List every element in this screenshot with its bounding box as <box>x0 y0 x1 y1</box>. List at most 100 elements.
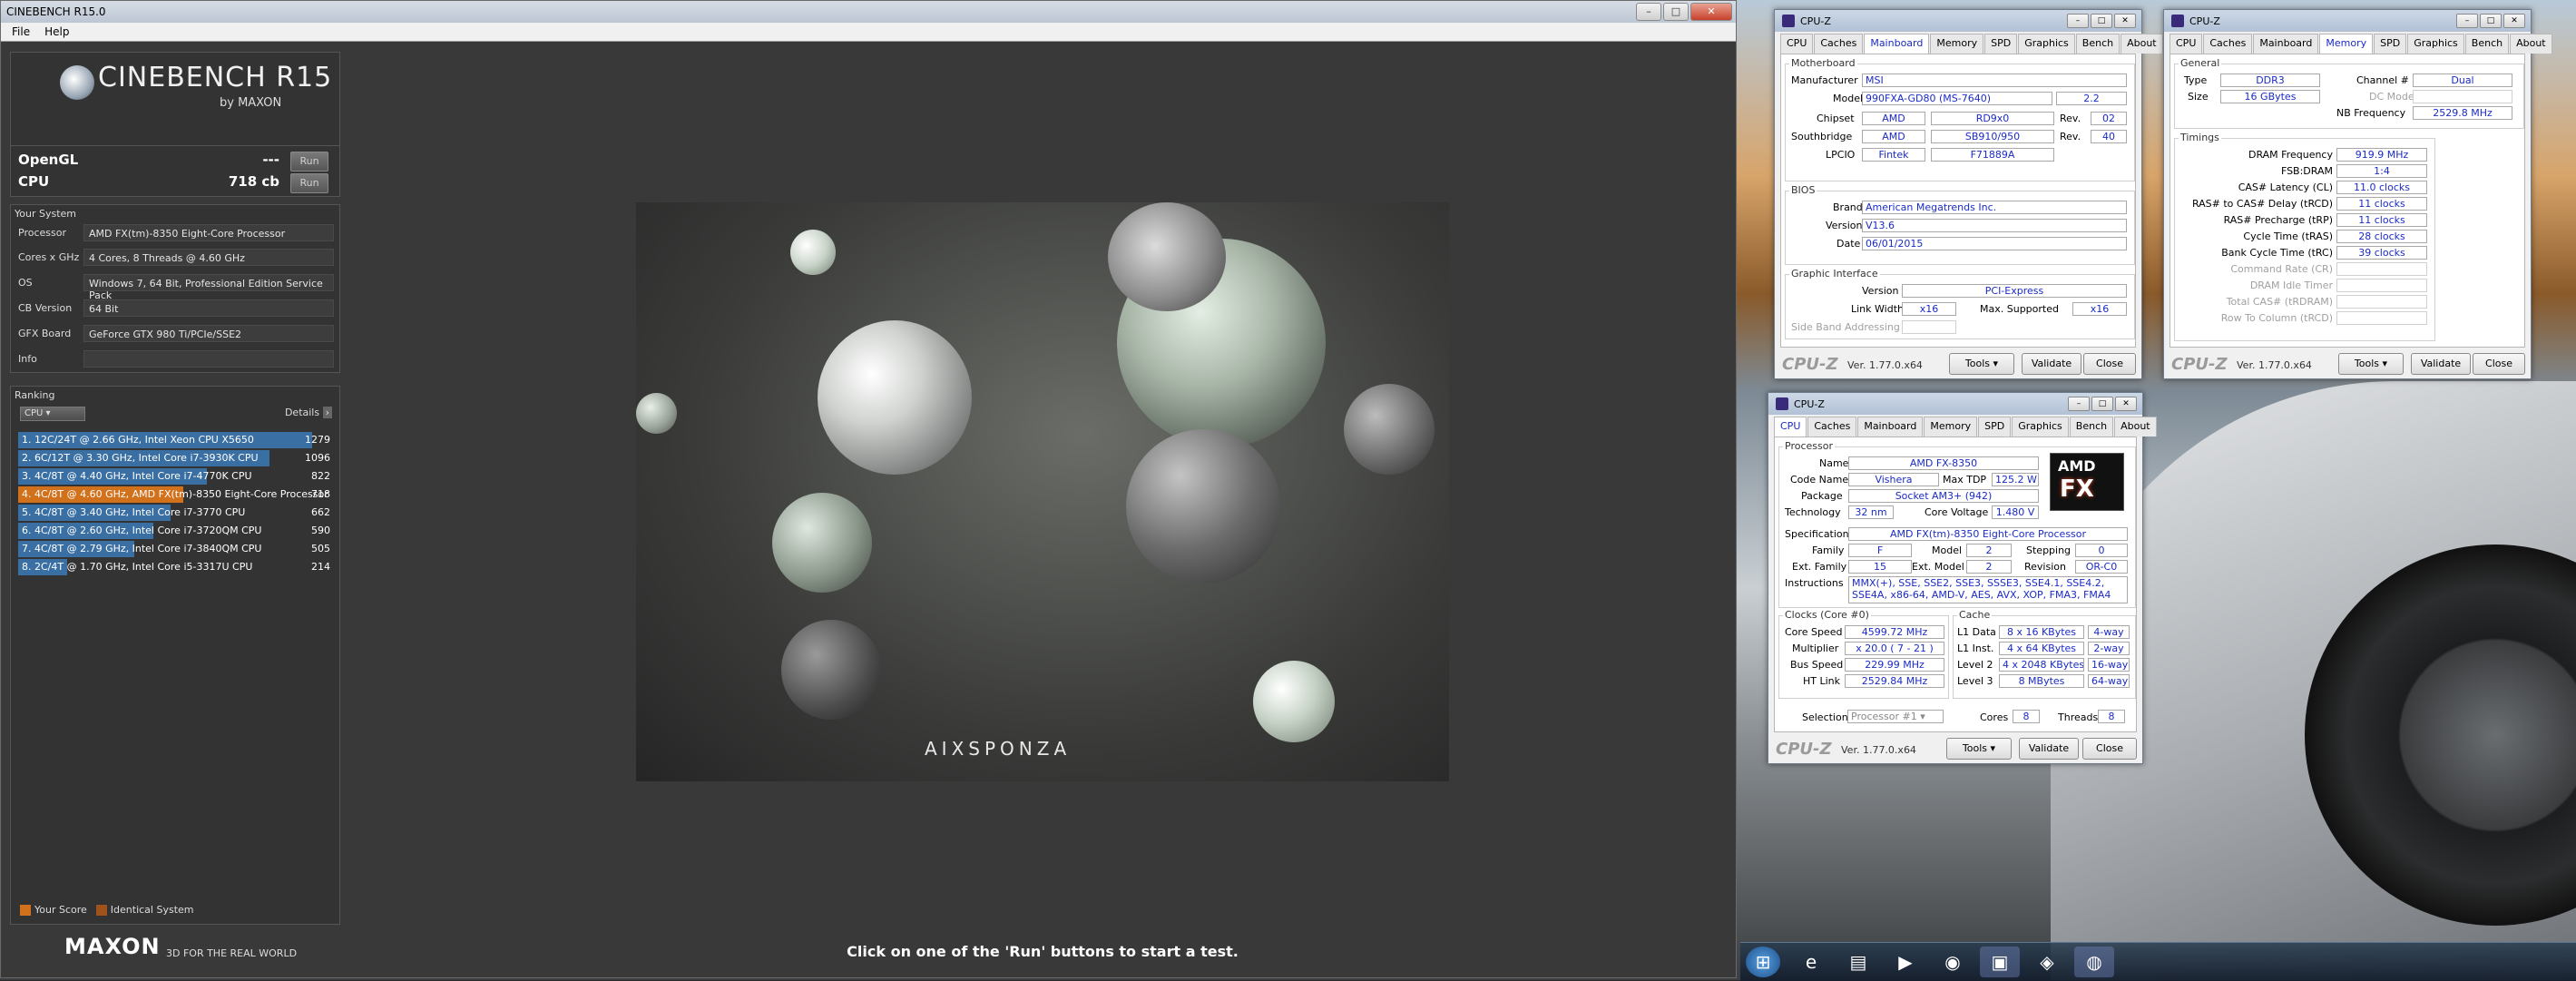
package-key: Package <box>1801 490 1843 502</box>
minimize-button[interactable]: – <box>2067 14 2089 28</box>
tab-graphics[interactable]: Graphics <box>2018 34 2075 54</box>
cinebench-taskbar-icon[interactable]: ◍ <box>2074 947 2114 977</box>
level3-key: Level 3 <box>1957 675 1993 687</box>
tab-memory[interactable]: Memory <box>1924 417 1978 437</box>
ranking-row[interactable]: 1. 12C/24T @ 2.66 GHz, Intel Xeon CPU X5… <box>18 432 334 448</box>
ranking-row[interactable]: 3. 4C/8T @ 4.40 GHz, Intel Core i7-4770K… <box>18 468 334 485</box>
minimize-button[interactable]: – <box>1636 3 1661 21</box>
close-window-button[interactable]: Close <box>2082 738 2137 760</box>
ranking-row[interactable]: 8. 2C/4T @ 1.70 GHz, Intel Core i5-3317U… <box>18 559 334 575</box>
validate-button[interactable]: Validate <box>2411 353 2471 375</box>
code-name: Vishera <box>1848 473 1939 486</box>
system-value[interactable]: 4 Cores, 8 Threads @ 4.60 GHz <box>83 249 334 266</box>
tools-button[interactable]: Tools ▾ <box>2338 353 2404 375</box>
internet-explorer-icon[interactable]: e <box>1791 947 1831 977</box>
ranking-row[interactable]: 5. 4C/8T @ 3.40 GHz, Intel Core i7-3770 … <box>18 505 334 521</box>
cpuz-titlebar[interactable]: CPU-Z – □ ✕ <box>1768 393 2142 415</box>
details-button[interactable]: Details › <box>285 407 332 418</box>
dc-mode-key: DC Mode <box>2369 91 2414 103</box>
maximize-button[interactable]: □ <box>2480 14 2502 28</box>
tab-cpu[interactable]: CPU <box>2170 34 2203 54</box>
close-window-button[interactable]: Close <box>2083 353 2136 375</box>
multiplier-key: Multiplier <box>1792 643 1839 654</box>
cpuz-logo: CPU-Z <box>1782 355 1838 374</box>
ranking-row[interactable]: 6. 4C/8T @ 2.60 GHz, Intel Core i7-3720Q… <box>18 523 334 539</box>
system-value[interactable]: AMD FX(tm)-8350 Eight-Core Processor <box>83 224 334 241</box>
tab-cpu[interactable]: CPU <box>1780 34 1814 54</box>
level2: 4 x 2048 KBytes <box>1999 658 2084 672</box>
app-icon[interactable]: ◈ <box>2027 947 2067 977</box>
tab-spd[interactable]: SPD <box>1984 34 2018 54</box>
motherboard-label: Motherboard <box>1789 57 1857 69</box>
maximize-button[interactable]: □ <box>2091 14 2112 28</box>
close-button[interactable]: ✕ <box>2114 14 2136 28</box>
tab-spd[interactable]: SPD <box>1978 417 2012 437</box>
tab-memory[interactable]: Memory <box>2319 34 2374 54</box>
ranking-dropdown[interactable]: CPU ▾ <box>20 407 85 421</box>
tools-label: Tools <box>1962 742 1988 754</box>
amd-fx-logo: AMD FX <box>2050 453 2124 511</box>
legend-your-score-label: Your Score <box>34 904 87 916</box>
tab-memory[interactable]: Memory <box>1930 34 1984 54</box>
tab-about[interactable]: About <box>2114 417 2157 437</box>
cpuz-app-icon <box>1776 397 1788 410</box>
tab-bench[interactable]: Bench <box>2464 34 2510 54</box>
link-width-key: Link Width <box>1851 303 1904 315</box>
tab-mainboard[interactable]: Mainboard <box>1864 34 1930 54</box>
tab-graphics[interactable]: Graphics <box>2012 417 2069 437</box>
tab-caches[interactable]: Caches <box>1814 34 1864 54</box>
opengl-run-button[interactable]: Run <box>290 152 328 172</box>
tab-cpu[interactable]: CPU <box>1774 417 1807 437</box>
tools-button[interactable]: Tools ▾ <box>1949 353 2014 375</box>
ranking-row[interactable]: 7. 4C/8T @ 2.79 GHz, Intel Core i7-3840Q… <box>18 541 334 557</box>
close-button[interactable]: ✕ <box>2115 397 2137 411</box>
tools-button[interactable]: Tools ▾ <box>1946 738 2012 760</box>
system-value[interactable]: Windows 7, 64 Bit, Professional Edition … <box>83 274 334 301</box>
ranking-score: 662 <box>311 506 330 518</box>
close-window-button[interactable]: Close <box>2473 353 2525 375</box>
timing-value: 11.0 clocks <box>2336 181 2427 194</box>
tab-caches[interactable]: Caches <box>1807 417 1857 437</box>
cpu-run-button[interactable]: Run <box>290 173 328 193</box>
cpuz-titlebar[interactable]: CPU-Z – □ ✕ <box>2164 10 2531 32</box>
tab-bench[interactable]: Bench <box>2075 34 2121 54</box>
cinebench-sphere-icon <box>60 65 94 100</box>
menu-file[interactable]: File <box>12 25 30 38</box>
ranking-label: 7. 4C/8T @ 2.79 GHz, Intel Core i7-3840Q… <box>22 543 262 554</box>
close-button[interactable]: ✕ <box>2503 14 2525 28</box>
minimize-button[interactable]: – <box>2068 397 2090 411</box>
cpu-label: CPU <box>18 173 50 190</box>
system-value[interactable]: GeForce GTX 980 Ti/PCIe/SSE2 <box>83 325 334 342</box>
selection-dropdown[interactable]: Processor #1 ▾ <box>1847 710 1944 723</box>
tab-bench[interactable]: Bench <box>2069 417 2114 437</box>
tab-about[interactable]: About <box>2510 34 2552 54</box>
ranking-row[interactable]: 2. 6C/12T @ 3.30 GHz, Intel Core i7-3930… <box>18 450 334 466</box>
maximize-button[interactable]: □ <box>1663 3 1689 21</box>
cpuz-taskbar-icon[interactable]: ▣ <box>1980 947 2020 977</box>
tab-mainboard[interactable]: Mainboard <box>2253 34 2319 54</box>
ext-family-key: Ext. Family <box>1792 561 1847 573</box>
cinebench-titlebar[interactable]: CINEBENCH R15.0 – □ ✕ <box>1 1 1736 23</box>
ranking-row[interactable]: 4. 4C/8T @ 4.60 GHz, AMD FX(tm)-8350 Eig… <box>18 486 334 503</box>
tab-mainboard[interactable]: Mainboard <box>1857 417 1924 437</box>
chrome-icon[interactable]: ◉ <box>1933 947 1973 977</box>
selection-value: Processor #1 <box>1851 711 1917 722</box>
tab-graphics[interactable]: Graphics <box>2407 34 2464 54</box>
validate-button[interactable]: Validate <box>2019 738 2079 760</box>
lpcio-value: F71889A <box>1931 148 2054 162</box>
details-label: Details <box>284 407 320 418</box>
system-info-field[interactable] <box>83 350 334 368</box>
tab-spd[interactable]: SPD <box>2374 34 2407 54</box>
close-button[interactable]: ✕ <box>1690 3 1732 21</box>
file-explorer-icon[interactable]: ▤ <box>1838 947 1878 977</box>
maximize-button[interactable]: □ <box>2091 397 2113 411</box>
menu-help[interactable]: Help <box>44 25 69 38</box>
tab-about[interactable]: About <box>2121 34 2163 54</box>
validate-button[interactable]: Validate <box>2022 353 2081 375</box>
tab-caches[interactable]: Caches <box>2203 34 2253 54</box>
cpuz-titlebar[interactable]: CPU-Z – □ ✕ <box>1775 10 2141 32</box>
system-value[interactable]: 64 Bit <box>83 299 334 317</box>
media-player-icon[interactable]: ▶ <box>1885 947 1925 977</box>
minimize-button[interactable]: – <box>2456 14 2478 28</box>
start-button[interactable]: ⊞ <box>1746 947 1780 977</box>
